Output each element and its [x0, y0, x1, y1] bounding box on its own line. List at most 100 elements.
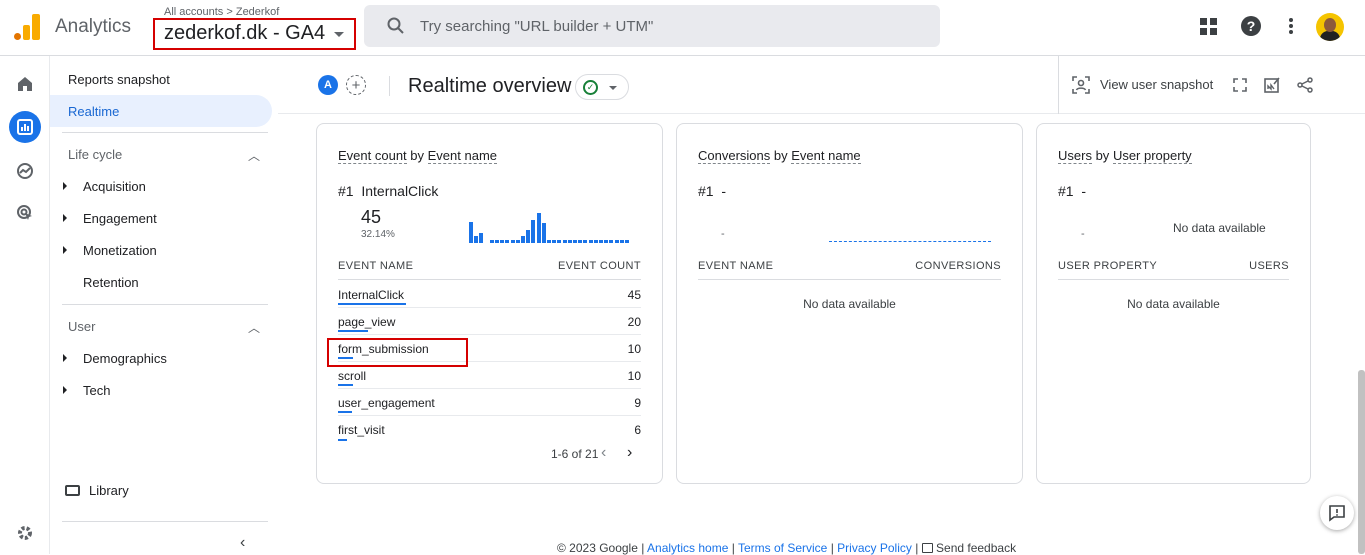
- user-snapshot-icon[interactable]: [1071, 75, 1091, 95]
- nav-library[interactable]: Library: [65, 483, 129, 498]
- chevron-right-icon[interactable]: ›: [627, 444, 632, 462]
- table-row[interactable]: user_engagement 9: [338, 389, 641, 416]
- nav-demographics[interactable]: Demographics: [50, 342, 272, 374]
- home-icon[interactable]: [13, 72, 37, 96]
- nav-retention[interactable]: Retention: [50, 266, 272, 298]
- sparkline-bar: [578, 240, 583, 243]
- table-header: EVENT NAME EVENT COUNT: [338, 260, 641, 280]
- privacy-link[interactable]: Privacy Policy: [837, 541, 912, 555]
- table-row[interactable]: first_visit 6: [338, 416, 641, 443]
- gear-icon[interactable]: [13, 521, 37, 545]
- section-user-title[interactable]: User: [68, 319, 95, 334]
- table-row[interactable]: InternalClick 45: [338, 281, 641, 308]
- chevron-up-icon[interactable]: ︿: [248, 319, 260, 336]
- event-count-cell: 20: [627, 315, 641, 329]
- share-icon[interactable]: [1295, 75, 1315, 95]
- sparkline-bar: [500, 240, 505, 243]
- nav-tech[interactable]: Tech: [50, 374, 272, 406]
- sparkline-bar: [619, 240, 624, 243]
- event-count-cell: 10: [627, 342, 641, 356]
- customize-report-icon[interactable]: [1262, 75, 1282, 95]
- top-item-percent: 32.14%: [361, 229, 395, 240]
- nav-item-label: Engagement: [83, 210, 157, 226]
- account-breadcrumb[interactable]: All accounts > Zederkof: [164, 6, 279, 18]
- expand-arrow-icon: [63, 214, 67, 222]
- top-item: #1 -: [1058, 183, 1086, 199]
- nav-realtime[interactable]: Realtime: [50, 95, 272, 127]
- sparkline-bar: [557, 240, 562, 243]
- top-item: #1 -: [698, 183, 726, 199]
- no-data-message: No data available: [803, 297, 896, 311]
- sparkline-bar: [599, 240, 603, 243]
- feedback-icon: [921, 543, 933, 553]
- more-vert-icon[interactable]: [1279, 14, 1303, 38]
- explore-icon[interactable]: [13, 159, 37, 183]
- nav-monetization[interactable]: Monetization: [50, 234, 272, 266]
- column-header-event-name: EVENT NAME: [338, 260, 414, 272]
- nav-acquisition[interactable]: Acquisition: [50, 170, 272, 202]
- metric-selector[interactable]: Users: [1058, 148, 1092, 164]
- dimension-selector[interactable]: Event name: [427, 148, 498, 164]
- scrollbar[interactable]: [1358, 370, 1365, 554]
- search-input[interactable]: [420, 15, 920, 37]
- event-count-cell: 45: [627, 288, 641, 302]
- metric-selector[interactable]: Conversions: [698, 148, 771, 164]
- sparkline-bar: [536, 213, 541, 243]
- sparkline-bar: [593, 240, 598, 243]
- event-name-cell: first_visit: [338, 423, 385, 437]
- share-bar: [338, 384, 353, 386]
- top-item-name: -: [721, 183, 727, 199]
- feedback-button[interactable]: [1320, 496, 1354, 530]
- sparkline-bar: [489, 240, 494, 243]
- card-title-by: by: [1095, 148, 1110, 163]
- sparkline-bar: [614, 240, 619, 243]
- sparkline-bar: [552, 240, 557, 243]
- divider: [389, 76, 390, 96]
- expand-arrow-icon: [63, 354, 67, 362]
- sparkline-bar: [567, 240, 572, 243]
- nav-item-label: Tech: [83, 382, 111, 398]
- table-header: EVENT NAME CONVERSIONS: [698, 260, 1001, 280]
- comparison-badge[interactable]: A: [318, 75, 338, 95]
- help-icon[interactable]: ?: [1239, 14, 1263, 38]
- caret-down-icon: [609, 86, 617, 90]
- advertising-icon[interactable]: [13, 201, 37, 225]
- apps-grid-icon[interactable]: [1196, 14, 1220, 38]
- rank-label: #1: [338, 183, 354, 199]
- avatar[interactable]: [1316, 13, 1344, 41]
- event-name-cell: scroll: [338, 369, 367, 383]
- nav-reports-snapshot[interactable]: Reports snapshot: [50, 63, 272, 95]
- analytics-logo-icon[interactable]: [14, 14, 40, 40]
- search-bar[interactable]: [364, 5, 940, 47]
- section-lifecycle-title[interactable]: Life cycle: [68, 147, 122, 162]
- users-by-property-card: Users by User property #1 - - No data av…: [1036, 123, 1311, 484]
- add-comparison-icon[interactable]: +: [346, 75, 366, 95]
- terms-link[interactable]: Terms of Service: [738, 541, 827, 555]
- search-icon: [387, 17, 405, 40]
- caret-down-icon[interactable]: [334, 32, 344, 37]
- analytics-home-link[interactable]: Analytics home: [647, 541, 728, 555]
- footer-separator: |: [731, 541, 735, 555]
- footer-separator: |: [830, 541, 834, 555]
- collapse-nav-icon[interactable]: ‹: [240, 534, 245, 552]
- chevron-up-icon[interactable]: ︿: [248, 147, 260, 164]
- share-bar: [338, 439, 347, 441]
- dimension-selector[interactable]: User property: [1112, 148, 1192, 164]
- dimension-selector[interactable]: Event name: [791, 148, 861, 164]
- metric-selector[interactable]: Event count: [338, 148, 407, 164]
- fullscreen-icon[interactable]: [1230, 75, 1250, 95]
- reports-icon[interactable]: [9, 111, 41, 143]
- nav-item-label: Demographics: [83, 350, 167, 366]
- share-bar: [338, 330, 368, 332]
- view-user-snapshot-button[interactable]: View user snapshot: [1100, 77, 1213, 92]
- expand-arrow-icon: [63, 182, 67, 190]
- table-row[interactable]: page_view 20: [338, 308, 641, 335]
- send-feedback-link[interactable]: Send feedback: [936, 541, 1016, 555]
- nav-engagement[interactable]: Engagement: [50, 202, 272, 234]
- copyright: © 2023 Google |: [557, 541, 645, 555]
- empty-sparkline: [829, 241, 991, 242]
- property-selector[interactable]: zederkof.dk - GA4: [164, 22, 325, 45]
- data-status-dropdown[interactable]: ✓: [575, 74, 629, 100]
- chevron-left-icon[interactable]: ‹: [601, 444, 606, 462]
- sparkline-bar: [531, 220, 536, 243]
